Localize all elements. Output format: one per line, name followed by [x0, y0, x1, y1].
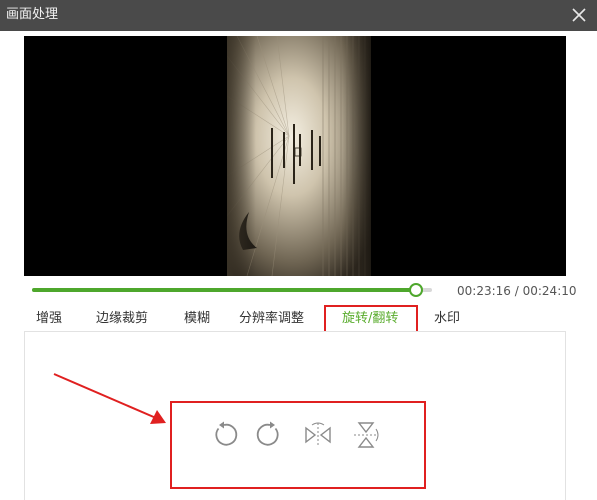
tab-resolution[interactable]: 分辨率调整	[239, 306, 304, 332]
tab-watermark[interactable]: 水印	[434, 306, 460, 332]
window-title: 画面处理	[6, 7, 59, 22]
close-icon[interactable]	[569, 5, 589, 25]
tab-enhance[interactable]: 增强	[36, 306, 62, 332]
tab-blur[interactable]: 模糊	[184, 306, 210, 332]
title-bar: 画面处理	[0, 0, 597, 31]
video-frame	[227, 36, 371, 276]
time-display: 00:23:16 / 00:24:10	[457, 284, 577, 298]
current-time: 00:23:16	[457, 284, 511, 298]
progress-fill	[32, 288, 416, 292]
time-separator: /	[514, 284, 519, 298]
video-preview	[24, 36, 566, 276]
tools-highlight-box	[170, 401, 426, 489]
progress-handle[interactable]	[409, 283, 423, 297]
total-time: 00:24:10	[522, 284, 577, 298]
progress-slider[interactable]	[32, 283, 432, 297]
feature-tabs: 增强 边缘裁剪 模糊 分辨率调整 旋转/翻转 水印	[24, 306, 566, 332]
tab-edge-crop[interactable]: 边缘裁剪	[96, 306, 148, 332]
